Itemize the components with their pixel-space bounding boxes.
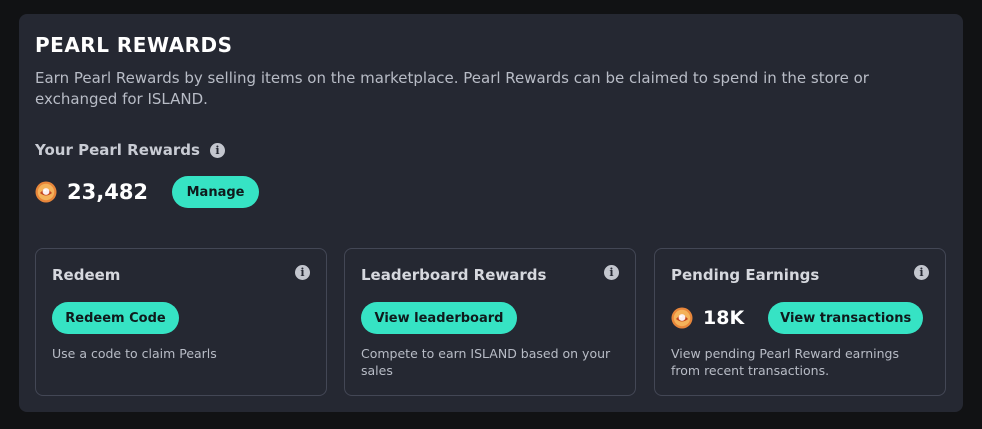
pearl-coin-icon (35, 181, 57, 203)
card-description: Use a code to claim Pearls (52, 346, 217, 361)
card-title: Pending Earnings (671, 266, 820, 284)
card-description: View pending Pearl Reward earnings from … (671, 346, 900, 378)
panel-description: Earn Pearl Rewards by selling items on t… (35, 69, 869, 108)
panel-title: PEARL REWARDS (35, 33, 233, 57)
view-leaderboard-button[interactable]: View leaderboard (361, 302, 517, 334)
pending-earnings-card: Pending Earnings i 18K View transactions… (654, 248, 946, 396)
leaderboard-card: Leaderboard Rewards i View leaderboard C… (344, 248, 636, 396)
redeem-card: Redeem i Redeem Code Use a code to claim… (35, 248, 327, 396)
pending-row: 18K View transactions (671, 302, 924, 334)
card-title: Redeem (52, 266, 121, 284)
info-icon[interactable]: i (914, 265, 929, 280)
info-icon[interactable]: i (604, 265, 619, 280)
manage-button[interactable]: Manage (172, 176, 260, 208)
card-title: Leaderboard Rewards (361, 266, 547, 284)
pearl-coin-icon (671, 307, 693, 329)
balance-row: 23,482 Manage (35, 176, 260, 208)
your-rewards-header: Your Pearl Rewards i (35, 141, 225, 159)
your-rewards-label: Your Pearl Rewards (35, 141, 200, 159)
pending-earnings-value: 18K (703, 307, 745, 329)
card-description: Compete to earn ISLAND based on your sal… (361, 346, 611, 378)
pearl-rewards-panel: PEARL REWARDS Earn Pearl Rewards by sell… (19, 14, 963, 412)
info-icon[interactable]: i (295, 265, 310, 280)
pearl-balance: 23,482 (67, 180, 149, 204)
info-icon[interactable]: i (209, 142, 225, 158)
view-transactions-button[interactable]: View transactions (768, 302, 924, 334)
redeem-code-button[interactable]: Redeem Code (52, 302, 179, 334)
